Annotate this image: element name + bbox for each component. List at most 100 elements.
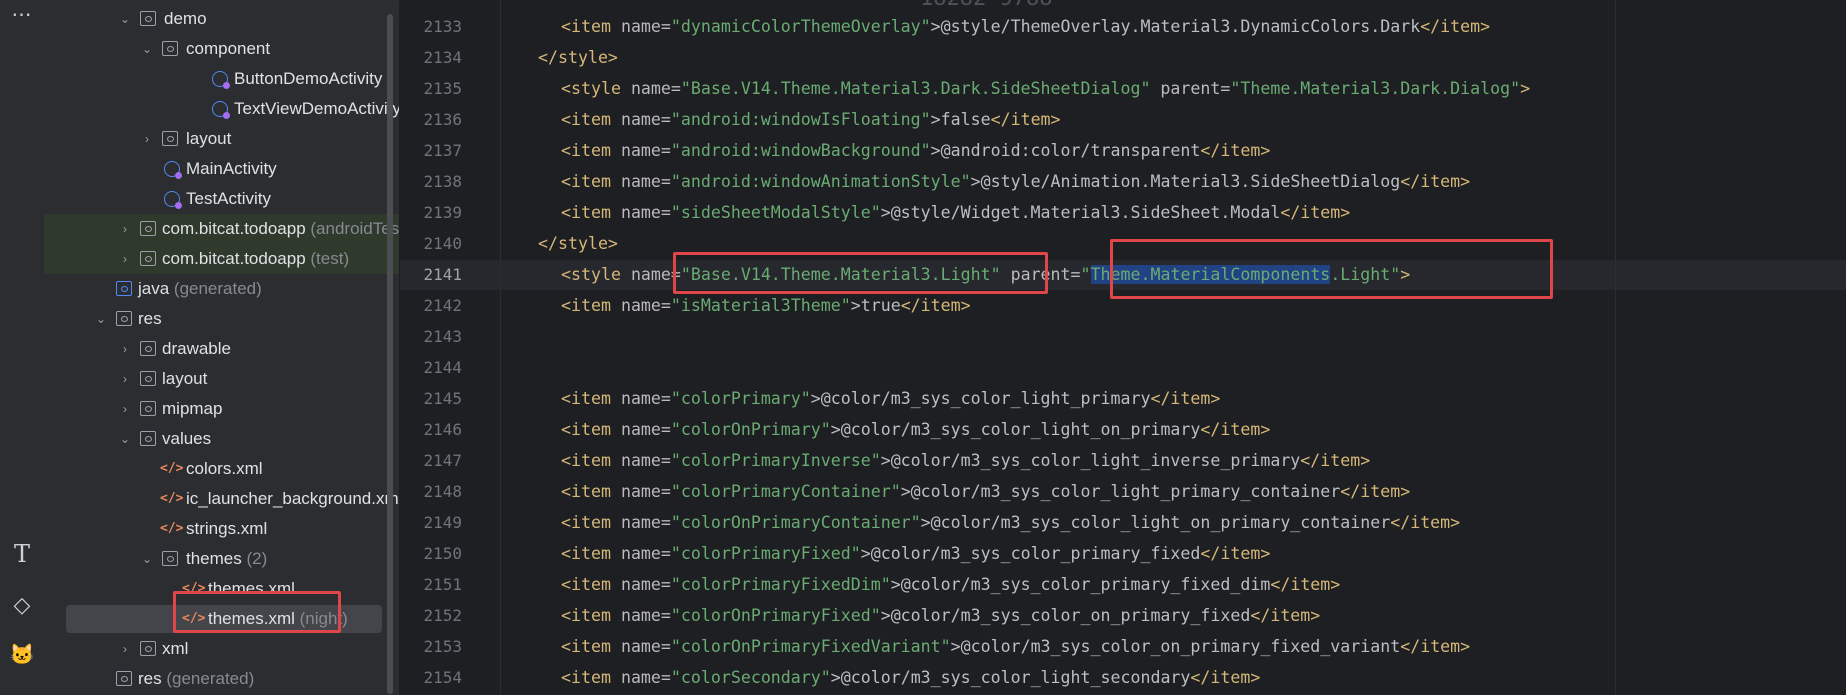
tree-item-res-generated[interactable]: res (generated) bbox=[44, 664, 399, 694]
more-options-icon[interactable]: ⋯ bbox=[0, 2, 44, 27]
xml-tag: <item bbox=[561, 172, 621, 191]
xml-attr: name= bbox=[620, 668, 671, 687]
line-number: 2142 bbox=[423, 296, 462, 315]
xml-tag: </style> bbox=[538, 48, 618, 67]
tree-item-label: ic_launcher_background.xml bbox=[186, 489, 399, 508]
chevron-right-icon[interactable]: › bbox=[118, 364, 132, 394]
tree-item-java-generated[interactable]: java (generated) bbox=[44, 274, 399, 304]
xml-attr: name= bbox=[630, 79, 681, 98]
xml-string: "android:windowBackground" bbox=[670, 141, 931, 160]
tree-item-layout-package[interactable]: › layout bbox=[44, 124, 399, 154]
tree-item-label: xml bbox=[162, 639, 189, 658]
package-folder-icon bbox=[162, 131, 178, 146]
chevron-down-icon[interactable]: ⌄ bbox=[118, 4, 132, 34]
tree-item-demo[interactable]: ⌄ demo bbox=[44, 4, 399, 34]
tree-item-component[interactable]: ⌄ component bbox=[44, 34, 399, 64]
tree-item-label: themes bbox=[186, 549, 242, 568]
tree-item-themes[interactable]: ⌄ themes (2) bbox=[44, 544, 399, 574]
xml-attr: name= bbox=[620, 110, 671, 129]
xml-string: "colorOnPrimaryContainer" bbox=[670, 513, 921, 532]
chevron-right-icon[interactable]: › bbox=[140, 124, 154, 154]
line-number: 2134 bbox=[423, 48, 462, 67]
tree-item-label: layout bbox=[162, 369, 208, 388]
xml-attr: name= bbox=[620, 451, 671, 470]
xml-attr: name= bbox=[620, 389, 671, 408]
xml-attr: name= bbox=[620, 544, 671, 563]
chevron-right-icon[interactable]: › bbox=[118, 244, 132, 274]
line-number: 2144 bbox=[423, 358, 462, 377]
tree-item-label: ButtonDemoActivity bbox=[234, 69, 383, 88]
line-number-current: 2141 bbox=[423, 265, 462, 284]
line-number: 2140 bbox=[423, 234, 462, 253]
chevron-right-icon[interactable]: › bbox=[118, 214, 132, 244]
xml-tag: </style> bbox=[538, 234, 618, 253]
xml-string: "Theme.Material3.Dark.Dialog" bbox=[1230, 79, 1521, 98]
line-number: 2145 bbox=[423, 389, 462, 408]
tree-item-android-test-package[interactable]: › com.bitcat.todoapp (androidTest) bbox=[44, 214, 399, 244]
code-line-2136: <item name="android:windowIsFloating">fa… bbox=[561, 105, 1061, 135]
activity-class-icon bbox=[164, 191, 182, 209]
tree-item-strings-xml[interactable]: </> strings.xml bbox=[44, 514, 399, 544]
xml-file-icon: </> bbox=[160, 521, 184, 536]
xml-text: >@color/m3_sys_color_primary_fixed_dim bbox=[890, 575, 1271, 594]
xml-text: >@color/m3_sys_color_light_inverse_prima… bbox=[880, 451, 1301, 470]
right-margin-guide bbox=[1615, 0, 1616, 695]
xml-tag: </item> bbox=[1200, 544, 1271, 563]
chevron-down-icon[interactable]: ⌄ bbox=[118, 424, 132, 454]
xml-string: "colorSecondary" bbox=[670, 668, 831, 687]
watermark-text: 18282 9788 bbox=[920, 0, 1052, 11]
tree-item-res[interactable]: ⌄ res bbox=[44, 304, 399, 334]
line-number: 2135 bbox=[423, 79, 462, 98]
xml-text: >@color/m3_sys_color_light_secondary bbox=[830, 668, 1191, 687]
code-line-2137: <item name="android:windowBackground">@a… bbox=[561, 136, 1270, 166]
tree-scrollbar[interactable] bbox=[387, 14, 393, 694]
xml-string: "sideSheetModalStyle" bbox=[670, 203, 881, 222]
tree-item-mipmap[interactable]: › mipmap bbox=[44, 394, 399, 424]
package-folder-icon bbox=[140, 11, 156, 26]
xml-attr: name= bbox=[620, 17, 671, 36]
xml-string: "colorPrimaryContainer" bbox=[670, 482, 901, 501]
xml-tag: <item bbox=[561, 110, 621, 129]
xml-attr: name= bbox=[620, 141, 671, 160]
chevron-down-icon[interactable]: ⌄ bbox=[140, 544, 154, 574]
tree-item-layout[interactable]: › layout bbox=[44, 364, 399, 394]
tree-item-test-package[interactable]: › com.bitcat.todoapp (test) bbox=[44, 244, 399, 274]
tree-item-colors-xml[interactable]: </> colors.xml bbox=[44, 454, 399, 484]
tree-item-text: res (generated) bbox=[138, 664, 254, 694]
code-line-2139: <item name="sideSheetModalStyle">@style/… bbox=[561, 198, 1350, 228]
xml-attr: name= bbox=[620, 606, 671, 625]
chevron-right-icon[interactable]: › bbox=[118, 634, 132, 664]
font-tool-icon[interactable]: T bbox=[0, 540, 44, 568]
xml-file-icon: </> bbox=[160, 491, 184, 506]
chevron-right-icon[interactable]: › bbox=[118, 334, 132, 364]
gutter-divider bbox=[500, 0, 501, 695]
tree-item-label: component bbox=[186, 39, 271, 58]
activity-class-icon bbox=[164, 161, 182, 179]
xml-tag: </item> bbox=[1300, 451, 1371, 470]
chevron-down-icon[interactable]: ⌄ bbox=[140, 34, 154, 64]
line-number: 2151 bbox=[423, 575, 462, 594]
code-line-2148: <item name="colorPrimaryContainer">@colo… bbox=[561, 477, 1410, 507]
line-number: 2150 bbox=[423, 544, 462, 563]
gem-plugin-icon[interactable]: ◇ bbox=[0, 592, 44, 618]
xml-tag: </item> bbox=[1280, 203, 1351, 222]
chevron-down-icon[interactable]: ⌄ bbox=[94, 304, 108, 334]
xml-tag: <item bbox=[561, 513, 621, 532]
chevron-right-icon[interactable]: › bbox=[118, 394, 132, 424]
tree-item-values[interactable]: ⌄ values bbox=[44, 424, 399, 454]
code-line-2145: <item name="colorPrimary">@color/m3_sys_… bbox=[561, 384, 1220, 414]
tree-item-drawable[interactable]: › drawable bbox=[44, 334, 399, 364]
cat-plugin-icon[interactable]: 🐱 bbox=[0, 642, 44, 667]
tree-item-label: demo bbox=[164, 9, 207, 28]
xml-text: >@color/m3_sys_color_light_on_primary bbox=[830, 420, 1201, 439]
code-line-2147: <item name="colorPrimaryInverse">@color/… bbox=[561, 446, 1370, 476]
tree-item-test-activity[interactable]: TestActivity bbox=[44, 184, 399, 214]
tree-item-main-activity[interactable]: MainActivity bbox=[44, 154, 399, 184]
code-editor[interactable]: 18282 9788 2133 2134 2135 2136 2137 2138… bbox=[400, 0, 1846, 695]
line-number: 2146 bbox=[423, 420, 462, 439]
tree-item-ic-launcher-background-xml[interactable]: </> ic_launcher_background.xml bbox=[44, 484, 399, 514]
tree-item-textview-demo-activity[interactable]: TextViewDemoActivity bbox=[44, 94, 399, 124]
xml-tag: </item> bbox=[1270, 575, 1341, 594]
tree-item-button-demo-activity[interactable]: ButtonDemoActivity bbox=[44, 64, 399, 94]
tree-item-xml[interactable]: › xml bbox=[44, 634, 399, 664]
